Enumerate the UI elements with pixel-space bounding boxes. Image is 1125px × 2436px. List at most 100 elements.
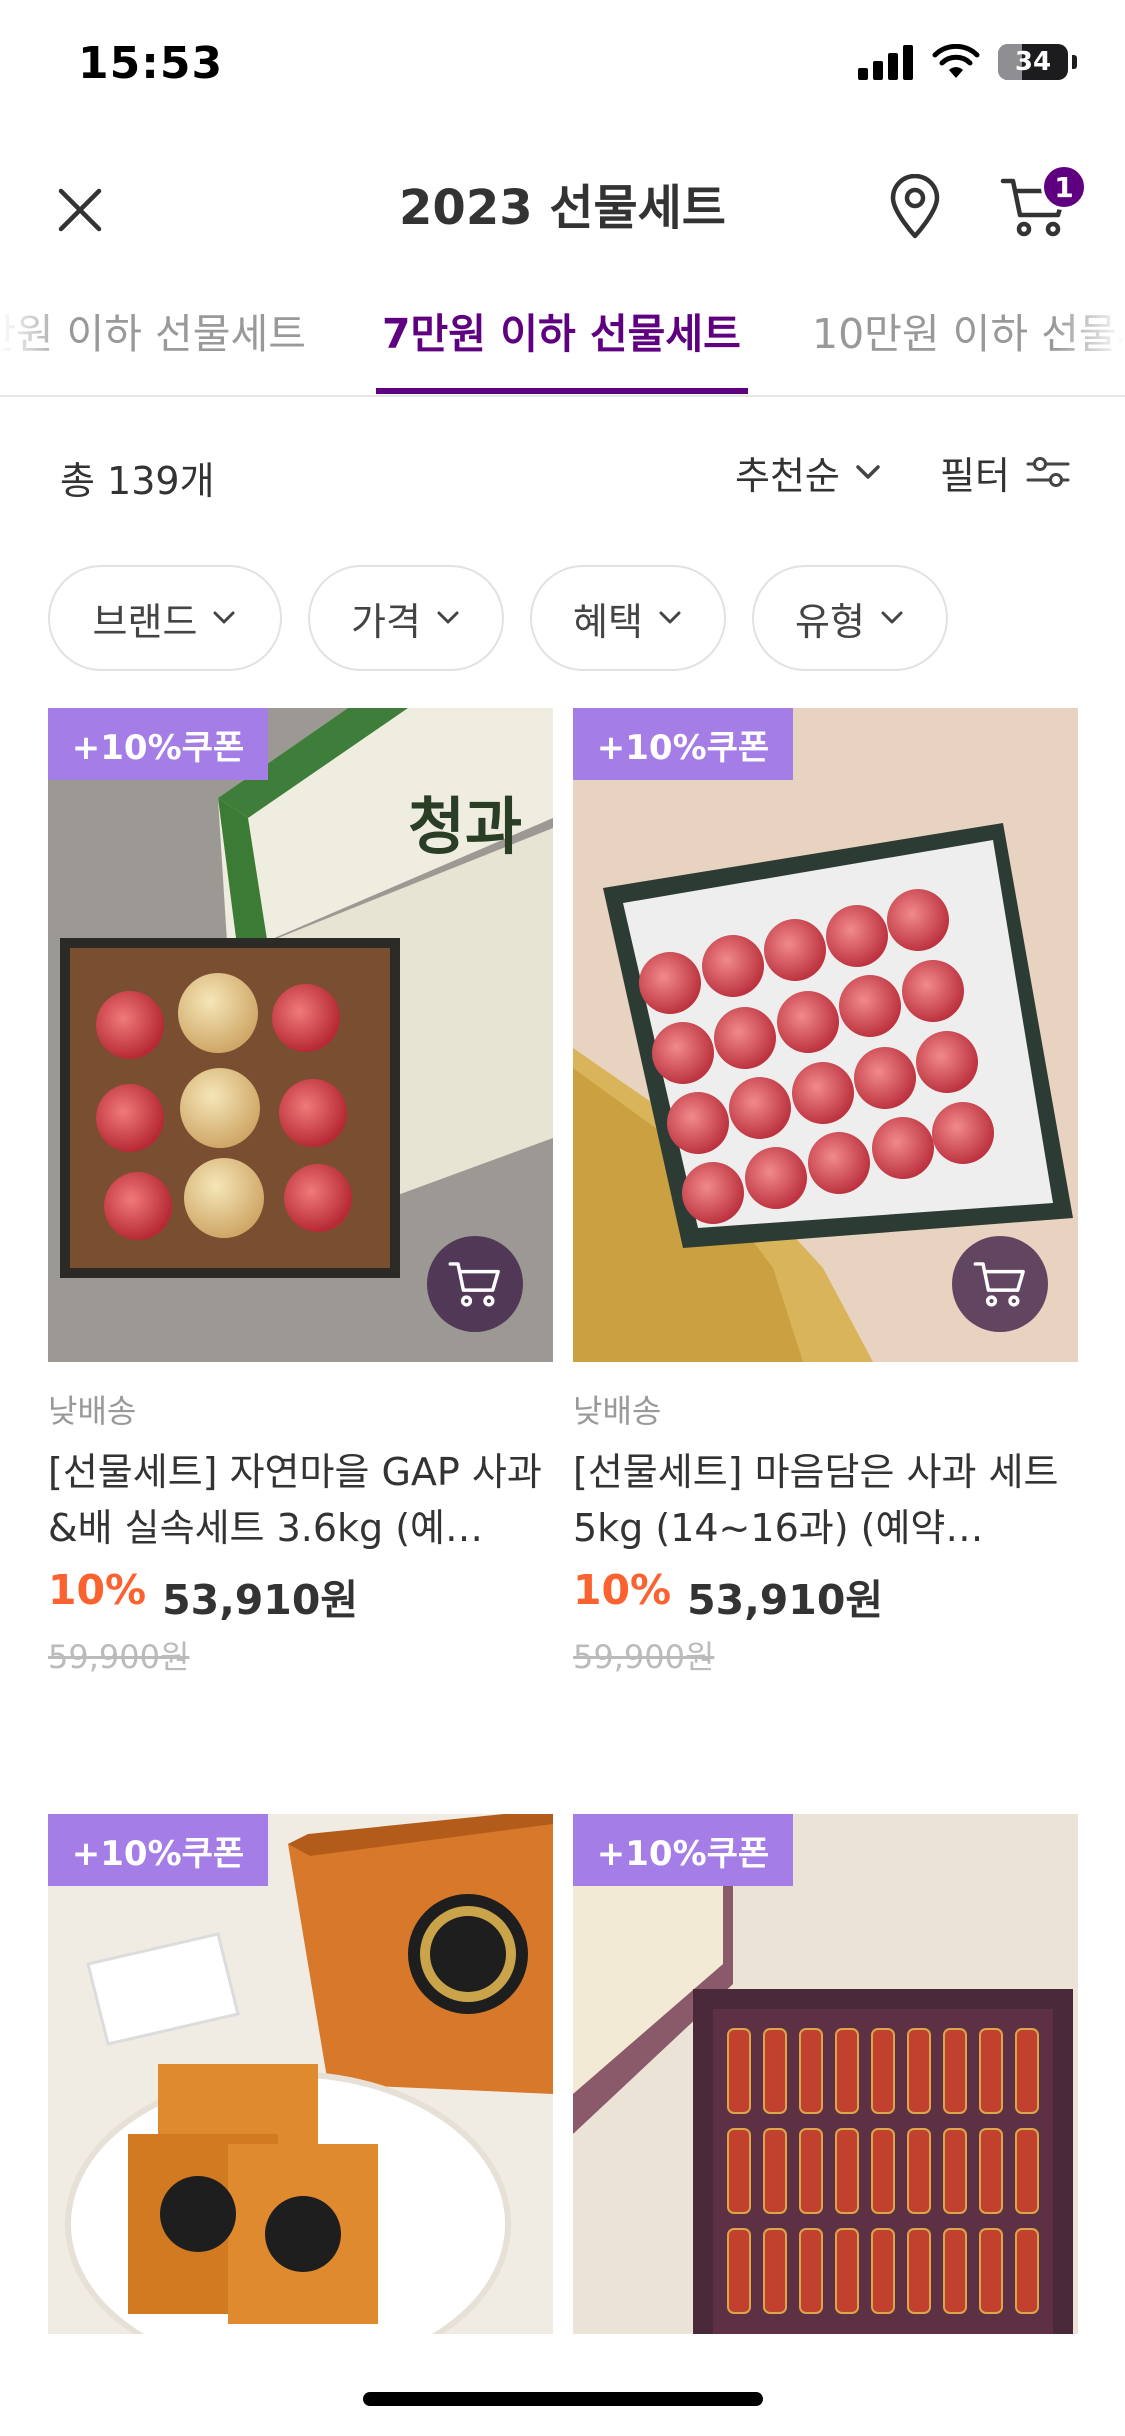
vial — [835, 2128, 859, 2214]
sort-label: 추천순 — [735, 453, 840, 498]
vial — [943, 2128, 967, 2214]
vial — [763, 2228, 787, 2314]
list-toolbar: 총 139개 추천순 필터 — [0, 430, 1125, 520]
vial — [979, 2128, 1003, 2214]
vial — [871, 2028, 895, 2114]
page: 15:53 34 2023 선물세트 1 이하 선물세트 7만원 이하 선물세트… — [0, 0, 1125, 2436]
product-image[interactable]: +10%쿠폰 — [573, 1814, 1078, 2334]
cart-button[interactable]: 1 — [985, 162, 1087, 252]
ginseng-giftbox-image — [573, 1814, 1078, 2334]
vial — [1015, 2028, 1039, 2114]
status-time: 15:53 — [78, 38, 224, 89]
vial — [907, 2228, 931, 2314]
sale-price: 53,910원 — [162, 1576, 359, 1624]
chip-label: 혜택 — [573, 599, 643, 644]
total-count: 총 139개 — [60, 459, 215, 503]
chip-benefit[interactable]: 혜택 — [530, 565, 726, 671]
chip-label: 가격 — [351, 599, 421, 644]
vial — [943, 2228, 967, 2314]
chevron-down-icon — [659, 611, 681, 624]
vial — [835, 2028, 859, 2114]
filter-sliders-icon — [1026, 457, 1070, 487]
price-row: 10% 53,910원 — [48, 1566, 553, 1626]
coupon-badge: +10%쿠폰 — [48, 1814, 268, 1886]
product-image[interactable]: 청과 +10%쿠폰 — [48, 708, 553, 1362]
filter-label: 필터 — [940, 453, 1010, 498]
location-pin-icon — [890, 174, 940, 239]
original-price: 59,900원 — [573, 1638, 715, 1676]
chip-label: 유형 — [795, 599, 865, 644]
wifi-icon — [932, 44, 980, 78]
sort-button[interactable]: 추천순 — [735, 444, 882, 500]
tab-under-70k[interactable]: 7만원 이하 선물세트 — [382, 300, 741, 360]
chevron-down-icon — [881, 611, 903, 624]
ginseng-vials — [727, 2028, 1039, 2314]
vial — [763, 2128, 787, 2214]
vial — [943, 2028, 967, 2114]
delivery-type: 낮배송 — [573, 1392, 662, 1430]
vial — [727, 2228, 751, 2314]
product-image[interactable]: +10%쿠폰 — [573, 708, 1078, 1362]
product-card[interactable]: +10%쿠폰 — [573, 1814, 1078, 2334]
vial — [1015, 2128, 1039, 2214]
vial — [979, 2228, 1003, 2314]
vial — [799, 2028, 823, 2114]
signal-icon — [858, 45, 913, 80]
chip-label: 브랜드 — [92, 599, 198, 644]
vial — [907, 2028, 931, 2114]
chip-brand[interactable]: 브랜드 — [48, 565, 282, 671]
chip-price[interactable]: 가격 — [308, 565, 504, 671]
vial — [979, 2028, 1003, 2114]
status-bar: 15:53 34 — [0, 0, 1125, 140]
tabs-fade-right — [1055, 280, 1125, 390]
discount-rate: 10% — [48, 1566, 147, 1614]
product-name[interactable]: [선물세트] 자연마을 GAP 사과&배 실속세트 3.6kg (예… — [48, 1444, 553, 1556]
coffee-giftbox-image — [48, 1814, 553, 2334]
vial — [1015, 2228, 1039, 2314]
battery-level-text: 34 — [1014, 47, 1052, 77]
chevron-down-icon — [213, 611, 235, 624]
product-card[interactable]: 청과 +10%쿠폰 낮배송 [선물세트] 자연마을 GAP 사과&배 실속세트 … — [48, 708, 553, 1678]
vial — [871, 2128, 895, 2214]
header: 2023 선물세트 1 — [0, 140, 1125, 260]
close-button[interactable] — [40, 170, 120, 250]
cart-icon — [973, 1262, 1025, 1307]
price-row: 10% 53,910원 — [573, 1566, 1078, 1626]
chip-type[interactable]: 유형 — [752, 565, 948, 671]
vial — [727, 2028, 751, 2114]
product-card[interactable]: +10%쿠폰 — [48, 1814, 553, 2334]
tabs-fade-left — [0, 280, 70, 390]
chevron-down-icon — [856, 465, 880, 479]
product-card[interactable]: +10%쿠폰 낮배송 [선물세트] 마음담은 사과 세트 5kg (14~16과… — [573, 708, 1078, 1678]
delivery-type: 낮배송 — [48, 1392, 137, 1430]
cart-count-badge: 1 — [1041, 164, 1087, 210]
vial — [727, 2128, 751, 2214]
vial — [763, 2028, 787, 2114]
add-to-cart-button[interactable] — [427, 1236, 523, 1332]
coupon-badge: +10%쿠폰 — [573, 1814, 793, 1886]
filter-button[interactable]: 필터 — [940, 444, 1070, 500]
product-name[interactable]: [선물세트] 마음담은 사과 세트 5kg (14~16과) (예약… — [573, 1444, 1078, 1556]
status-icons: 34 — [858, 44, 1077, 80]
sale-price: 53,910원 — [687, 1576, 884, 1624]
cart-icon — [448, 1262, 500, 1307]
chevron-down-icon — [437, 611, 459, 624]
vial — [799, 2128, 823, 2214]
category-tabs: 5만원 이하 선물세트 7만원 이하 선물세트 10만원 이하 선물세트 — [0, 280, 1125, 397]
filter-chips: 브랜드 가격 혜택 유형 — [48, 565, 948, 671]
battery-cap — [1072, 55, 1077, 69]
svg-text:청과: 청과 — [408, 790, 522, 863]
location-button[interactable] — [870, 162, 960, 252]
discount-rate: 10% — [573, 1566, 672, 1614]
vial — [871, 2228, 895, 2314]
battery-icon: 34 — [998, 44, 1068, 80]
original-price: 59,900원 — [48, 1638, 190, 1676]
product-image[interactable]: +10%쿠폰 — [48, 1814, 553, 2334]
add-to-cart-button[interactable] — [952, 1236, 1048, 1332]
home-indicator[interactable] — [363, 2392, 763, 2406]
vial — [799, 2228, 823, 2314]
close-icon — [58, 188, 102, 232]
vial — [835, 2228, 859, 2314]
vial — [907, 2128, 931, 2214]
coupon-badge: +10%쿠폰 — [573, 708, 793, 780]
